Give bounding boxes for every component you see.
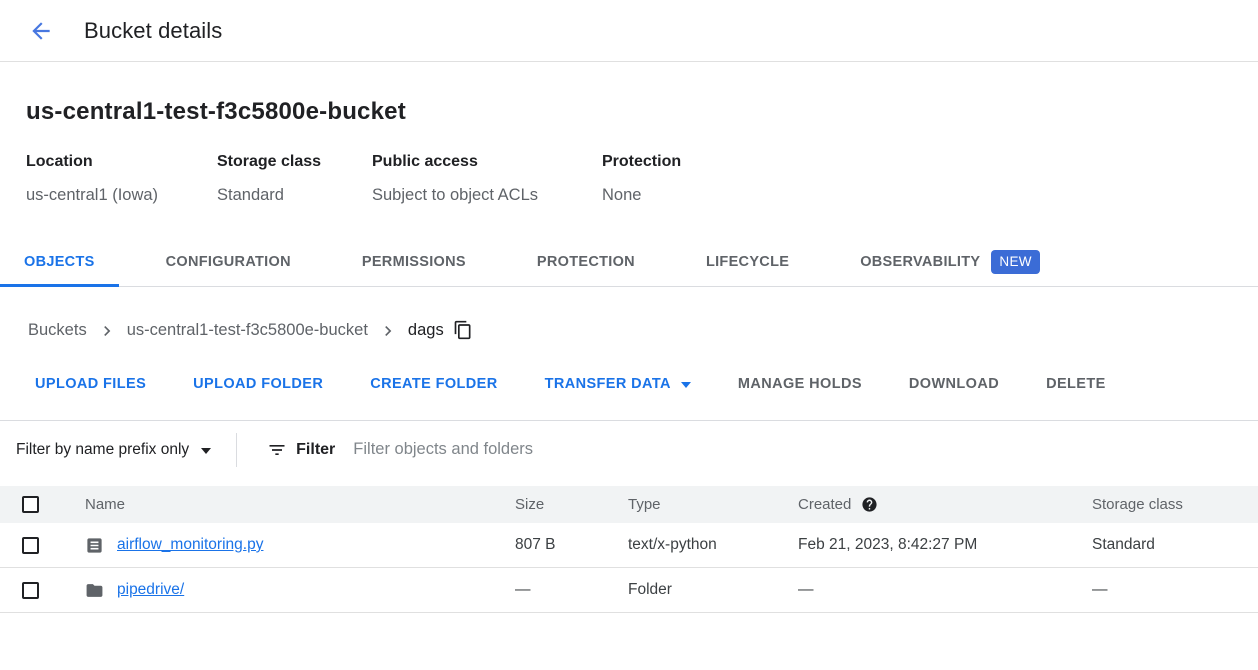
cell-size: 807 B [515,536,628,554]
download-label: DOWNLOAD [909,376,999,392]
tab-protection[interactable]: PROTECTION [513,238,659,286]
bucket-meta: Location us-central1 (Iowa) Storage clas… [26,153,1258,205]
file-icon [85,536,104,555]
filter-input[interactable] [353,440,853,459]
transfer-data-button[interactable]: TRANSFER DATA [545,376,691,392]
meta-label-protection: Protection [602,153,681,171]
column-header-size: Size [515,496,628,513]
cell-storage-class: Standard [1092,536,1258,554]
tab-observability-label: OBSERVABILITY [860,254,980,270]
filter-icon [267,440,287,460]
bucket-name: us-central1-test-f3c5800e-bucket [26,98,1258,126]
page-header: Bucket details [0,0,1258,62]
folder-link[interactable]: pipedrive/ [117,581,184,599]
copy-icon[interactable] [453,320,473,340]
delete-button[interactable]: DELETE [1046,376,1106,392]
meta-label-public-access: Public access [372,153,602,171]
cell-storage-class: — [1092,581,1258,599]
tab-bar: OBJECTS CONFIGURATION PERMISSIONS PROTEC… [0,238,1258,287]
tab-configuration-label: CONFIGURATION [166,254,291,270]
breadcrumb-bucket-name[interactable]: us-central1-test-f3c5800e-bucket [127,321,368,340]
upload-files-button[interactable]: UPLOAD FILES [35,376,146,392]
meta-label-storage-class: Storage class [217,153,372,171]
table-header-row: Name Size Type Created Storage class [0,486,1258,523]
page-title: Bucket details [84,18,222,44]
tab-protection-label: PROTECTION [537,254,635,270]
delete-label: DELETE [1046,376,1106,392]
filter-label: Filter [296,441,335,459]
new-badge: NEW [991,250,1039,274]
breadcrumb: Buckets us-central1-test-f3c5800e-bucket… [0,287,1258,341]
upload-files-label: UPLOAD FILES [35,376,146,392]
chevron-down-icon [681,382,691,388]
manage-holds-button[interactable]: MANAGE HOLDS [738,376,862,392]
row-checkbox[interactable] [22,582,39,599]
bucket-summary: us-central1-test-f3c5800e-bucket Locatio… [0,62,1258,205]
chevron-right-icon [378,321,398,341]
cell-type: Folder [628,581,798,599]
back-arrow-icon[interactable] [28,18,54,44]
tab-objects-label: OBJECTS [24,254,95,270]
cell-created: Feb 21, 2023, 8:42:27 PM [798,536,1092,554]
create-folder-label: CREATE FOLDER [370,376,497,392]
create-folder-button[interactable]: CREATE FOLDER [370,376,497,392]
meta-value-storage-class: Standard [217,186,372,205]
select-all-checkbox[interactable] [22,496,39,513]
vertical-divider [236,433,237,467]
tab-permissions-label: PERMISSIONS [362,254,466,270]
table-row: airflow_monitoring.py 807 B text/x-pytho… [0,523,1258,568]
tab-lifecycle-label: LIFECYCLE [706,254,789,270]
folder-icon [85,581,104,600]
breadcrumb-current-folder: dags [408,321,444,340]
cell-size: — [515,581,628,599]
manage-holds-label: MANAGE HOLDS [738,376,862,392]
cell-created: — [798,581,1092,599]
meta-value-public-access: Subject to object ACLs [372,186,602,205]
help-icon[interactable] [861,496,878,513]
column-header-storage-class: Storage class [1092,496,1258,513]
tab-permissions[interactable]: PERMISSIONS [338,238,490,286]
chevron-right-icon [97,321,117,341]
upload-folder-label: UPLOAD FOLDER [193,376,323,392]
tab-observability[interactable]: OBSERVABILITY NEW [836,238,1064,286]
meta-value-protection: None [602,186,681,205]
object-link[interactable]: airflow_monitoring.py [117,536,263,554]
filter-row: Filter by name prefix only Filter [0,420,1258,478]
column-header-type: Type [628,496,798,513]
download-button[interactable]: DOWNLOAD [909,376,999,392]
filter-scope-dropdown[interactable]: Filter by name prefix only [16,441,211,459]
column-header-created: Created [798,496,851,513]
filter-scope-label: Filter by name prefix only [16,441,189,459]
chevron-down-icon [201,448,211,454]
cell-type: text/x-python [628,536,798,554]
meta-label-location: Location [26,153,217,171]
object-action-bar: UPLOAD FILES UPLOAD FOLDER CREATE FOLDER… [0,365,1258,403]
objects-table: Name Size Type Created Storage class air… [0,486,1258,613]
breadcrumb-buckets[interactable]: Buckets [28,321,87,340]
tab-configuration[interactable]: CONFIGURATION [142,238,315,286]
tab-lifecycle[interactable]: LIFECYCLE [682,238,813,286]
tab-objects[interactable]: OBJECTS [0,238,119,286]
meta-value-location: us-central1 (Iowa) [26,186,217,205]
upload-folder-button[interactable]: UPLOAD FOLDER [193,376,323,392]
table-row: pipedrive/ — Folder — — [0,568,1258,613]
column-header-name: Name [85,496,515,513]
row-checkbox[interactable] [22,537,39,554]
transfer-data-label: TRANSFER DATA [545,376,671,392]
